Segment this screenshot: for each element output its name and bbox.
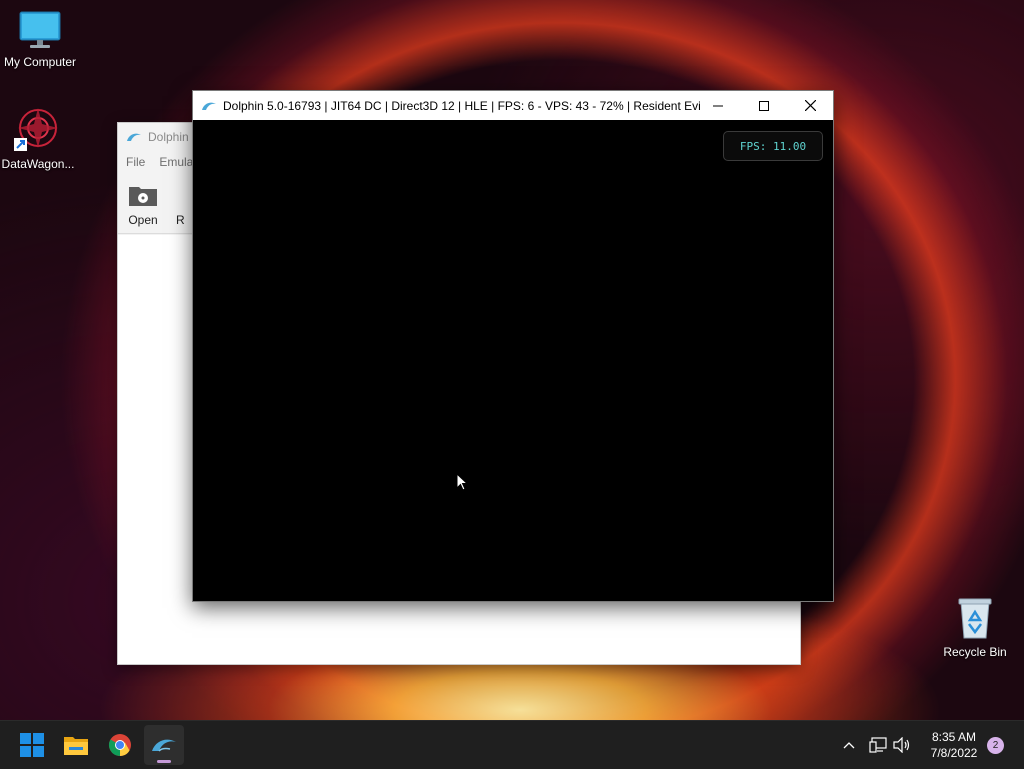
dolphin-render-window[interactable]: Dolphin 5.0-16793 | JIT64 DC | Direct3D …	[192, 90, 834, 602]
clock[interactable]: 8:35 AM 7/8/2022	[920, 721, 988, 769]
dolphin-icon	[202, 102, 216, 110]
active-app-indicator	[157, 760, 171, 763]
desktop-icon-label: DataWagon...	[1, 157, 75, 171]
open-button-label: Open	[128, 213, 158, 227]
monitor-icon	[19, 11, 61, 48]
clock-date: 7/8/2022	[930, 746, 978, 760]
render-window-title: Dolphin 5.0-16793 | JIT64 DC | Direct3D …	[223, 98, 701, 113]
chevron-up-icon	[843, 742, 855, 749]
datawagon-icon	[14, 108, 58, 151]
minimize-button[interactable]	[695, 91, 741, 120]
file-explorer-button[interactable]	[56, 725, 96, 765]
maximize-button[interactable]	[741, 91, 787, 120]
desktop-icon-label: My Computer	[3, 55, 77, 69]
clock-time: 8:35 AM	[931, 730, 977, 744]
close-icon	[804, 100, 816, 111]
refresh-button[interactable]: R	[176, 173, 185, 227]
menu-file[interactable]: File	[126, 155, 145, 169]
desktop-icon-label: Recycle Bin	[943, 645, 1007, 659]
start-button[interactable]	[12, 725, 52, 765]
desktop-icon-my-computer[interactable]: My Computer	[0, 10, 80, 69]
notification-center-button[interactable]: 2	[987, 721, 1004, 769]
recycle-bin-icon	[958, 598, 992, 639]
taskbar: 8:35 AM 7/8/2022 2	[0, 720, 1024, 769]
dolphin-icon	[127, 133, 141, 141]
main-window-title: Dolphin	[148, 130, 189, 144]
network-button[interactable]	[869, 721, 887, 769]
refresh-button-label: R	[176, 213, 185, 227]
chrome-icon	[109, 734, 131, 756]
show-hidden-icons-button[interactable]	[842, 721, 856, 769]
folder-disc-icon	[129, 187, 157, 206]
fps-overlay: FPS: 11.00	[723, 131, 823, 161]
chrome-button[interactable]	[100, 725, 140, 765]
desktop-icon-datawagon[interactable]: DataWagon...	[0, 106, 78, 171]
network-icon	[869, 737, 887, 753]
close-button[interactable]	[787, 91, 833, 120]
desktop-icon-recycle-bin[interactable]: Recycle Bin	[935, 596, 1015, 659]
dolphin-icon	[152, 739, 176, 752]
open-button[interactable]: Open	[128, 173, 158, 227]
file-explorer-icon	[64, 737, 88, 755]
volume-button[interactable]	[893, 721, 911, 769]
dolphin-taskbar-button[interactable]	[144, 725, 184, 765]
maximize-icon	[759, 100, 769, 111]
minimize-icon	[713, 105, 723, 106]
notification-count-badge: 2	[987, 736, 1004, 754]
volume-icon	[893, 737, 910, 753]
menu-emulation[interactable]: Emula	[159, 155, 193, 169]
mouse-cursor-icon	[456, 473, 468, 491]
windows-start-icon	[20, 733, 44, 757]
render-window-titlebar[interactable]: Dolphin 5.0-16793 | JIT64 DC | Direct3D …	[193, 91, 833, 120]
window-controls	[695, 91, 833, 120]
game-viewport[interactable]: FPS: 11.00	[193, 121, 833, 601]
